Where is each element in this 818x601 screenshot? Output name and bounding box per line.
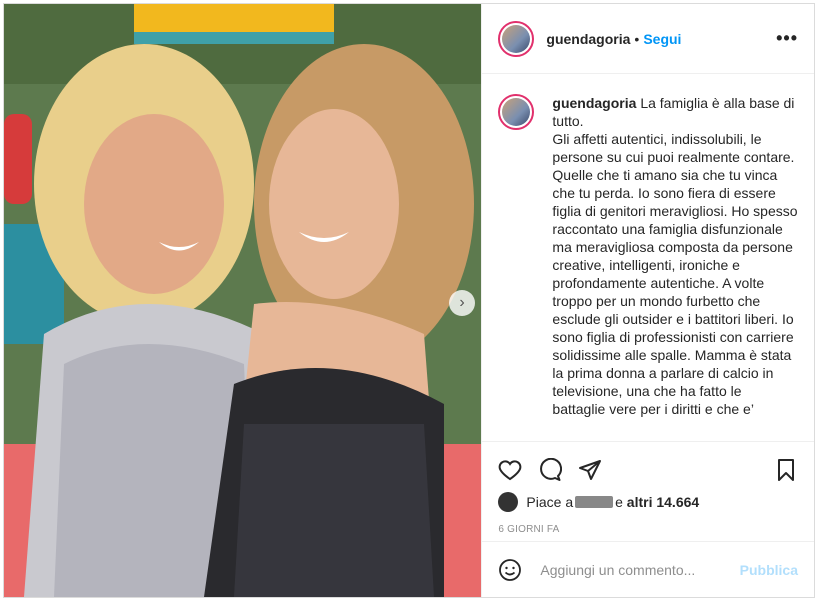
photo-illustration [4,4,482,597]
separator-dot: • [634,30,640,47]
caption-avatar[interactable] [498,94,535,130]
action-bar: Piace a e altri 14.664 6 giorni fa [482,441,814,541]
caption-body: La famiglia è alla base di tutto. Gli af… [552,95,798,417]
likes-connector: e [615,494,623,510]
likes-summary: Piace a e altri 14.664 [498,492,798,512]
next-photo-button[interactable]: › [449,290,475,316]
likes-count[interactable]: altri 14.664 [627,494,699,510]
heart-icon[interactable] [498,458,522,482]
share-icon[interactable] [578,458,602,482]
caption-section: guendagoria La famiglia è alla base di t… [482,74,814,441]
comment-icon[interactable] [538,458,563,482]
post-header: guendagoria • Segui ••• [482,4,814,74]
avatar[interactable] [498,20,535,57]
caption-text: guendagoria La famiglia è alla base di t… [552,94,798,441]
post-photo[interactable]: › [4,4,482,597]
likes-prefix: Piace a [526,494,574,510]
comment-bar: Pubblica [482,541,814,597]
header-username[interactable]: guendagoria [546,31,630,47]
caption-username[interactable]: guendagoria [552,95,636,111]
post-dialog: › guendagoria • Segui ••• guendagoria La… [3,3,815,598]
publish-button[interactable]: Pubblica [740,562,798,578]
post-sidebar: guendagoria • Segui ••• guendagoria La f… [481,4,814,597]
liker-avatar[interactable] [498,492,519,512]
timestamp[interactable]: 6 giorni fa [498,524,798,535]
follow-button[interactable]: Segui [643,31,681,47]
more-options-icon[interactable]: ••• [776,28,798,49]
censored-username [575,496,614,508]
emoji-icon[interactable] [498,558,522,582]
comment-input[interactable] [538,560,740,579]
bookmark-icon[interactable] [774,458,798,482]
chevron-right-icon: › [459,294,465,311]
